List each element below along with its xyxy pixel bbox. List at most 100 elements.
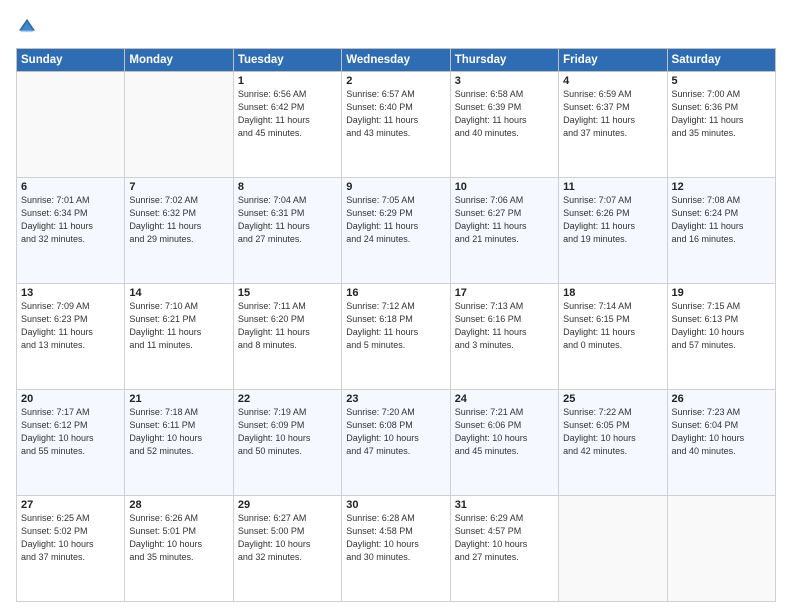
day-cell: 21Sunrise: 7:18 AM Sunset: 6:11 PM Dayli… <box>125 390 233 496</box>
day-info: Sunrise: 7:11 AM Sunset: 6:20 PM Dayligh… <box>238 300 337 352</box>
day-info: Sunrise: 7:23 AM Sunset: 6:04 PM Dayligh… <box>672 406 771 458</box>
day-header-saturday: Saturday <box>667 49 775 72</box>
day-number: 26 <box>672 393 771 405</box>
week-row-4: 20Sunrise: 7:17 AM Sunset: 6:12 PM Dayli… <box>17 390 776 496</box>
day-info: Sunrise: 7:09 AM Sunset: 6:23 PM Dayligh… <box>21 300 120 352</box>
day-cell: 25Sunrise: 7:22 AM Sunset: 6:05 PM Dayli… <box>559 390 667 496</box>
day-number: 11 <box>563 181 662 193</box>
day-cell: 5Sunrise: 7:00 AM Sunset: 6:36 PM Daylig… <box>667 72 775 178</box>
calendar-page: SundayMondayTuesdayWednesdayThursdayFrid… <box>0 0 792 612</box>
day-info: Sunrise: 6:28 AM Sunset: 4:58 PM Dayligh… <box>346 512 445 564</box>
day-info: Sunrise: 7:20 AM Sunset: 6:08 PM Dayligh… <box>346 406 445 458</box>
day-number: 14 <box>129 287 228 299</box>
day-cell: 26Sunrise: 7:23 AM Sunset: 6:04 PM Dayli… <box>667 390 775 496</box>
day-number: 31 <box>455 499 554 511</box>
day-info: Sunrise: 7:05 AM Sunset: 6:29 PM Dayligh… <box>346 194 445 246</box>
day-cell: 24Sunrise: 7:21 AM Sunset: 6:06 PM Dayli… <box>450 390 558 496</box>
day-number: 25 <box>563 393 662 405</box>
day-info: Sunrise: 6:26 AM Sunset: 5:01 PM Dayligh… <box>129 512 228 564</box>
day-number: 23 <box>346 393 445 405</box>
day-number: 18 <box>563 287 662 299</box>
day-cell: 29Sunrise: 6:27 AM Sunset: 5:00 PM Dayli… <box>233 496 341 602</box>
day-cell: 3Sunrise: 6:58 AM Sunset: 6:39 PM Daylig… <box>450 72 558 178</box>
day-cell: 12Sunrise: 7:08 AM Sunset: 6:24 PM Dayli… <box>667 178 775 284</box>
day-cell: 28Sunrise: 6:26 AM Sunset: 5:01 PM Dayli… <box>125 496 233 602</box>
day-info: Sunrise: 7:18 AM Sunset: 6:11 PM Dayligh… <box>129 406 228 458</box>
day-cell: 17Sunrise: 7:13 AM Sunset: 6:16 PM Dayli… <box>450 284 558 390</box>
day-number: 4 <box>563 75 662 87</box>
day-cell: 14Sunrise: 7:10 AM Sunset: 6:21 PM Dayli… <box>125 284 233 390</box>
week-row-3: 13Sunrise: 7:09 AM Sunset: 6:23 PM Dayli… <box>17 284 776 390</box>
day-cell: 19Sunrise: 7:15 AM Sunset: 6:13 PM Dayli… <box>667 284 775 390</box>
day-cell: 20Sunrise: 7:17 AM Sunset: 6:12 PM Dayli… <box>17 390 125 496</box>
calendar-table: SundayMondayTuesdayWednesdayThursdayFrid… <box>16 48 776 602</box>
day-number: 28 <box>129 499 228 511</box>
calendar-header-row: SundayMondayTuesdayWednesdayThursdayFrid… <box>17 49 776 72</box>
day-number: 24 <box>455 393 554 405</box>
day-header-tuesday: Tuesday <box>233 49 341 72</box>
day-number: 22 <box>238 393 337 405</box>
day-cell: 2Sunrise: 6:57 AM Sunset: 6:40 PM Daylig… <box>342 72 450 178</box>
week-row-2: 6Sunrise: 7:01 AM Sunset: 6:34 PM Daylig… <box>17 178 776 284</box>
logo-icon <box>16 16 38 38</box>
day-info: Sunrise: 6:25 AM Sunset: 5:02 PM Dayligh… <box>21 512 120 564</box>
day-info: Sunrise: 7:12 AM Sunset: 6:18 PM Dayligh… <box>346 300 445 352</box>
day-info: Sunrise: 7:08 AM Sunset: 6:24 PM Dayligh… <box>672 194 771 246</box>
day-cell: 30Sunrise: 6:28 AM Sunset: 4:58 PM Dayli… <box>342 496 450 602</box>
day-number: 6 <box>21 181 120 193</box>
day-info: Sunrise: 7:02 AM Sunset: 6:32 PM Dayligh… <box>129 194 228 246</box>
day-number: 1 <box>238 75 337 87</box>
day-cell: 9Sunrise: 7:05 AM Sunset: 6:29 PM Daylig… <box>342 178 450 284</box>
day-cell: 27Sunrise: 6:25 AM Sunset: 5:02 PM Dayli… <box>17 496 125 602</box>
week-row-1: 1Sunrise: 6:56 AM Sunset: 6:42 PM Daylig… <box>17 72 776 178</box>
day-info: Sunrise: 7:06 AM Sunset: 6:27 PM Dayligh… <box>455 194 554 246</box>
day-number: 5 <box>672 75 771 87</box>
day-info: Sunrise: 6:29 AM Sunset: 4:57 PM Dayligh… <box>455 512 554 564</box>
day-info: Sunrise: 6:56 AM Sunset: 6:42 PM Dayligh… <box>238 88 337 140</box>
day-cell: 1Sunrise: 6:56 AM Sunset: 6:42 PM Daylig… <box>233 72 341 178</box>
day-cell <box>559 496 667 602</box>
day-info: Sunrise: 7:14 AM Sunset: 6:15 PM Dayligh… <box>563 300 662 352</box>
day-header-wednesday: Wednesday <box>342 49 450 72</box>
day-number: 19 <box>672 287 771 299</box>
day-number: 20 <box>21 393 120 405</box>
day-info: Sunrise: 6:58 AM Sunset: 6:39 PM Dayligh… <box>455 88 554 140</box>
day-info: Sunrise: 7:19 AM Sunset: 6:09 PM Dayligh… <box>238 406 337 458</box>
day-cell: 18Sunrise: 7:14 AM Sunset: 6:15 PM Dayli… <box>559 284 667 390</box>
day-info: Sunrise: 7:21 AM Sunset: 6:06 PM Dayligh… <box>455 406 554 458</box>
day-cell: 23Sunrise: 7:20 AM Sunset: 6:08 PM Dayli… <box>342 390 450 496</box>
day-cell: 13Sunrise: 7:09 AM Sunset: 6:23 PM Dayli… <box>17 284 125 390</box>
day-cell: 22Sunrise: 7:19 AM Sunset: 6:09 PM Dayli… <box>233 390 341 496</box>
day-info: Sunrise: 7:04 AM Sunset: 6:31 PM Dayligh… <box>238 194 337 246</box>
day-cell: 8Sunrise: 7:04 AM Sunset: 6:31 PM Daylig… <box>233 178 341 284</box>
day-info: Sunrise: 7:00 AM Sunset: 6:36 PM Dayligh… <box>672 88 771 140</box>
day-cell: 6Sunrise: 7:01 AM Sunset: 6:34 PM Daylig… <box>17 178 125 284</box>
logo <box>16 16 40 38</box>
day-header-thursday: Thursday <box>450 49 558 72</box>
day-number: 16 <box>346 287 445 299</box>
day-info: Sunrise: 6:59 AM Sunset: 6:37 PM Dayligh… <box>563 88 662 140</box>
day-info: Sunrise: 7:17 AM Sunset: 6:12 PM Dayligh… <box>21 406 120 458</box>
day-number: 9 <box>346 181 445 193</box>
day-number: 7 <box>129 181 228 193</box>
day-number: 15 <box>238 287 337 299</box>
day-number: 3 <box>455 75 554 87</box>
day-cell <box>125 72 233 178</box>
header <box>16 16 776 38</box>
day-cell: 7Sunrise: 7:02 AM Sunset: 6:32 PM Daylig… <box>125 178 233 284</box>
day-header-friday: Friday <box>559 49 667 72</box>
day-cell <box>667 496 775 602</box>
day-number: 2 <box>346 75 445 87</box>
day-number: 13 <box>21 287 120 299</box>
day-number: 27 <box>21 499 120 511</box>
day-cell <box>17 72 125 178</box>
day-cell: 31Sunrise: 6:29 AM Sunset: 4:57 PM Dayli… <box>450 496 558 602</box>
day-info: Sunrise: 7:13 AM Sunset: 6:16 PM Dayligh… <box>455 300 554 352</box>
day-number: 30 <box>346 499 445 511</box>
day-info: Sunrise: 7:22 AM Sunset: 6:05 PM Dayligh… <box>563 406 662 458</box>
day-number: 12 <box>672 181 771 193</box>
day-cell: 4Sunrise: 6:59 AM Sunset: 6:37 PM Daylig… <box>559 72 667 178</box>
day-cell: 11Sunrise: 7:07 AM Sunset: 6:26 PM Dayli… <box>559 178 667 284</box>
day-number: 29 <box>238 499 337 511</box>
day-info: Sunrise: 7:01 AM Sunset: 6:34 PM Dayligh… <box>21 194 120 246</box>
